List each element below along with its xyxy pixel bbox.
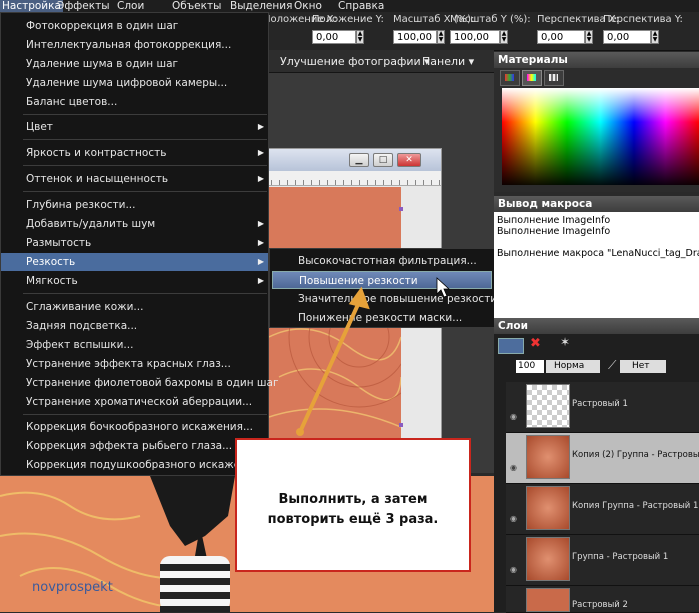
instruction-callout: Выполнить, а затем повторить ещё 3 раза. <box>235 438 471 572</box>
annotation-arrowhead <box>348 286 370 310</box>
callout-line-1: Выполнить, а затем <box>278 492 428 507</box>
annotation-arrow-line <box>298 299 362 433</box>
annotation-arrow-dot <box>296 428 304 436</box>
callout-line-2: повторить ещё 3 раза. <box>267 512 439 527</box>
mouse-cursor-icon <box>436 277 451 298</box>
